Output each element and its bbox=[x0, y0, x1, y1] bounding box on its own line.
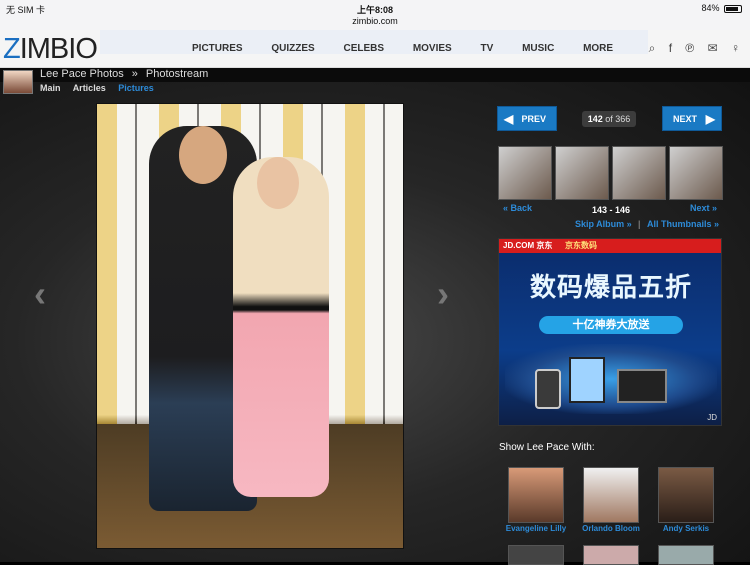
ad-subline: 十亿神券大放送 bbox=[539, 316, 683, 334]
related-person-name[interactable]: Andy Serkis bbox=[648, 524, 724, 533]
related-person-photo[interactable] bbox=[508, 467, 564, 523]
site-logo[interactable]: ZIMBIO bbox=[3, 33, 98, 66]
logo-rest: IMBIO bbox=[19, 33, 98, 65]
related-person-photo[interactable] bbox=[658, 467, 714, 523]
gallery-page: Lee Pace Photos » Photostream Main Article… bbox=[0, 68, 750, 565]
site-header: ZIMBIO PICTURES QUIZZES CELEBS MOVIES TV… bbox=[0, 30, 750, 68]
related-person-photo[interactable] bbox=[583, 545, 639, 565]
thumbnail[interactable] bbox=[669, 146, 723, 200]
jd-advert[interactable]: JD.COM 京东 京东数码 数码爆品五折 十亿神券大放送 JD bbox=[498, 238, 722, 426]
main-photo[interactable] bbox=[96, 103, 404, 549]
back-link[interactable]: « Back bbox=[503, 203, 532, 213]
ad-footer: JD bbox=[707, 413, 717, 422]
skip-album-link[interactable]: Skip Album » bbox=[575, 219, 632, 229]
photo-person-right bbox=[233, 157, 329, 497]
nav-music[interactable]: MUSIC bbox=[522, 43, 554, 54]
prev-label: PREV bbox=[521, 114, 546, 124]
thumbnail[interactable] bbox=[498, 146, 552, 200]
arrow-right-icon: ▶ bbox=[705, 112, 715, 126]
current-index: 142 bbox=[587, 114, 603, 124]
thumbnail[interactable] bbox=[612, 146, 666, 200]
status-bar: 无 SIM 卡 上午8:08 zimbio.com 84% bbox=[0, 0, 750, 30]
nav-more[interactable]: MORE bbox=[583, 43, 613, 54]
nav-tv[interactable]: TV bbox=[481, 43, 494, 54]
nav-quizzes[interactable]: QUIZZES bbox=[271, 43, 314, 54]
breadcrumb-section[interactable]: Photostream bbox=[146, 68, 208, 80]
main-nav: PICTURES QUIZZES CELEBS MOVIES TV MUSIC … bbox=[192, 43, 639, 54]
breadcrumb-separator: » bbox=[131, 68, 138, 80]
thumbnail[interactable] bbox=[555, 146, 609, 200]
clock: 上午8:08 bbox=[356, 5, 393, 15]
breadcrumb: Lee Pace Photos » Photostream bbox=[40, 68, 208, 80]
related-person-photo[interactable] bbox=[583, 467, 639, 523]
nav-pictures[interactable]: PICTURES bbox=[192, 43, 243, 54]
search-icon[interactable]: ⌕ bbox=[649, 41, 656, 55]
link-separator: | bbox=[638, 219, 641, 229]
mail-icon[interactable]: ✉ bbox=[708, 41, 718, 55]
related-person-photo[interactable] bbox=[658, 545, 714, 565]
ad-brand: JD.COM 京东 bbox=[503, 241, 553, 250]
next-label: NEXT bbox=[673, 114, 698, 124]
nav-celebs[interactable]: CELEBS bbox=[343, 43, 384, 54]
face bbox=[179, 126, 227, 184]
url-label[interactable]: zimbio.com bbox=[0, 16, 750, 26]
thumbnail-strip bbox=[498, 146, 723, 200]
status-icons: 84% bbox=[701, 3, 742, 13]
battery-percent: 84% bbox=[701, 3, 720, 13]
arrow-left-icon: ◀ bbox=[504, 112, 514, 126]
tab-pictures[interactable]: Pictures bbox=[118, 83, 154, 93]
photo-counter: 142 of 366 bbox=[582, 111, 636, 127]
tab-main[interactable]: Main bbox=[40, 83, 61, 93]
battery-fill bbox=[726, 6, 738, 11]
face bbox=[257, 157, 299, 209]
logo-z: Z bbox=[3, 33, 21, 65]
header-icons: ⌕ f ℗ ✉ ♀ bbox=[639, 41, 740, 56]
related-person-photo[interactable] bbox=[508, 545, 564, 565]
ad-headline: 数码爆品五折 bbox=[529, 272, 692, 302]
related-person-name[interactable]: Orlando Bloom bbox=[573, 524, 649, 533]
ad-device-tablet bbox=[569, 357, 605, 403]
related-person-name[interactable]: Evangeline Lilly bbox=[498, 524, 574, 533]
chevron-left-icon[interactable]: ‹ bbox=[34, 273, 46, 315]
chevron-right-icon[interactable]: › bbox=[437, 273, 449, 315]
user-icon[interactable]: ♀ bbox=[731, 41, 740, 55]
total-count: of 366 bbox=[605, 114, 631, 124]
tab-articles[interactable]: Articles bbox=[73, 83, 106, 93]
next-button[interactable]: NEXT ▶ bbox=[662, 106, 722, 131]
related-heading: Show Lee Pace With: bbox=[499, 442, 595, 453]
next-link[interactable]: Next » bbox=[690, 203, 717, 213]
avatar[interactable] bbox=[3, 70, 33, 94]
ad-device-camera bbox=[535, 369, 561, 409]
breadcrumb-person[interactable]: Lee Pace Photos bbox=[40, 68, 124, 80]
thumb-range: 143 - 146 bbox=[592, 205, 631, 215]
all-thumbnails-link[interactable]: All Thumbnails » bbox=[647, 219, 719, 229]
pinterest-icon[interactable]: ℗ bbox=[685, 41, 694, 55]
battery-icon bbox=[724, 4, 742, 13]
ad-device-console bbox=[617, 369, 667, 403]
profile-tabs: Main Articles Pictures bbox=[40, 83, 164, 93]
nav-movies[interactable]: MOVIES bbox=[413, 43, 452, 54]
ad-brand-secondary: 京东数码 bbox=[565, 241, 597, 250]
prev-button[interactable]: ◀ PREV bbox=[497, 106, 557, 131]
facebook-icon[interactable]: f bbox=[669, 41, 672, 55]
